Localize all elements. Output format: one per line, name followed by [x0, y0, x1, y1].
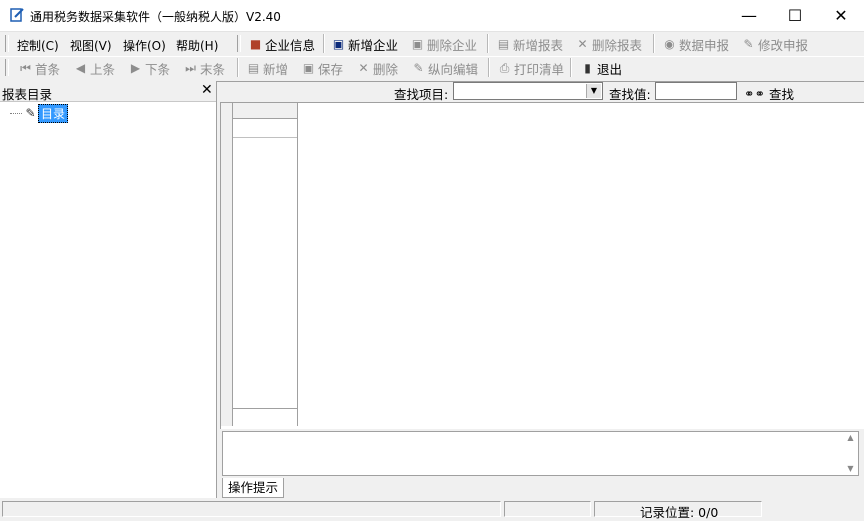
panel-title: 报表目录 [2, 87, 53, 102]
search-item-label: 查找项目: [394, 87, 449, 102]
close-button[interactable]: ✕ [818, 0, 864, 31]
exit-label: 退出 [597, 61, 623, 77]
data-declare-button[interactable]: ◉ 数据申报 [662, 35, 729, 53]
delete-company-button[interactable]: ▣ 删除企业 [410, 35, 477, 53]
grid-footer [233, 408, 297, 427]
toolbar-separator [488, 58, 490, 77]
search-button[interactable]: ⚭⚭ 查找 [744, 84, 794, 103]
search-value-input[interactable] [655, 82, 737, 100]
prev-icon: ◀ [75, 60, 86, 75]
message-textbox[interactable] [222, 431, 859, 476]
company-info-label: 企业信息 [265, 37, 316, 53]
next-icon: ▶ [130, 60, 141, 75]
delete-label: 删除 [373, 61, 399, 77]
toolbar-grip[interactable] [5, 59, 9, 76]
edit-icon: ✎ [413, 60, 424, 75]
menu-operate[interactable]: 操作(O) [123, 37, 166, 54]
tree-connector [10, 112, 22, 115]
grid-column[interactable] [233, 103, 298, 426]
first-record-button[interactable]: ⏮ 首条 [18, 59, 60, 77]
print-list-button[interactable]: ⎙ 打印清单 [497, 59, 564, 77]
add-label: 新增 [263, 61, 289, 77]
exit-door-icon: ▮ [584, 60, 591, 75]
chevron-down-icon[interactable]: ▼ [586, 84, 601, 98]
delete-record-button[interactable]: ✕ 删除 [356, 59, 398, 77]
row-indicator-column [221, 103, 233, 426]
prev-record-button[interactable]: ◀ 上条 [73, 59, 115, 77]
menu-view[interactable]: 视图(V) [70, 37, 112, 54]
grid-column-header[interactable] [233, 103, 297, 119]
data-declare-label: 数据申报 [679, 37, 730, 53]
menu-control[interactable]: 控制(C) [17, 37, 59, 54]
delete-report-button[interactable]: ✕ 删除报表 [575, 35, 642, 53]
save-icon: ▣ [302, 60, 315, 75]
first-icon: ⏮ [20, 60, 31, 75]
add-icon: ▤ [247, 60, 260, 75]
edit-icon: ✎ [743, 36, 754, 51]
panel-close-icon[interactable]: ✕ [201, 82, 213, 98]
menu-help[interactable]: 帮助(H) [176, 37, 218, 54]
data-grid[interactable] [220, 102, 864, 429]
vertical-edit-label: 纵向编辑 [428, 61, 479, 77]
delete-report-label: 删除报表 [592, 37, 643, 53]
company-info-button[interactable]: ■ 企业信息 [248, 35, 315, 53]
delete-company-icon: ▣ [411, 36, 424, 51]
exit-button[interactable]: ▮ 退出 [580, 59, 622, 77]
toolbar-separator [570, 58, 572, 77]
table-row[interactable] [233, 119, 297, 138]
last-icon: ⏭ [185, 60, 196, 75]
company-icon: ■ [249, 36, 262, 51]
delete-x-icon: ✕ [358, 60, 369, 75]
printer-icon: ⎙ [499, 60, 510, 75]
toolbar-separator [237, 58, 239, 77]
report-directory-panel [0, 81, 217, 498]
toolbar-grip[interactable] [237, 35, 241, 52]
save-button[interactable]: ▣ 保存 [301, 59, 343, 77]
modify-declare-button[interactable]: ✎ 修改申报 [741, 35, 808, 53]
new-report-icon: ▤ [497, 36, 510, 51]
next-record-button[interactable]: ▶ 下条 [128, 59, 170, 77]
prev-label: 上条 [90, 61, 116, 77]
window-title: 通用税务数据采集软件（一般纳税人版）V2.40 [30, 10, 281, 24]
toolbar-separator [487, 34, 489, 53]
next-label: 下条 [145, 61, 171, 77]
add-record-button[interactable]: ▤ 新增 [246, 59, 288, 77]
delete-x-icon: ✕ [577, 36, 588, 51]
minimize-button[interactable]: — [726, 0, 772, 31]
record-position: 记录位置: 0/0 [640, 505, 719, 520]
status-panel [504, 501, 591, 517]
first-label: 首条 [35, 61, 61, 77]
message-scrollbar[interactable]: ▲ ▼ [843, 432, 858, 475]
vertical-edit-button[interactable]: ✎ 纵向编辑 [411, 59, 478, 77]
declare-icon: ◉ [664, 36, 675, 51]
scroll-up-icon[interactable]: ▲ [843, 432, 858, 444]
tree-item-root[interactable]: ✎ 目录 [10, 104, 69, 123]
status-panel [2, 501, 501, 517]
new-report-label: 新增报表 [513, 37, 564, 53]
save-label: 保存 [318, 61, 344, 77]
modify-declare-label: 修改申报 [758, 37, 809, 53]
toolbar-grip[interactable] [5, 35, 9, 52]
tree-item-label: 目录 [38, 104, 69, 123]
search-item-select[interactable]: ▼ [453, 82, 603, 100]
last-label: 末条 [200, 61, 226, 77]
folder-edit-icon: ✎ [25, 106, 36, 120]
search-button-label: 查找 [768, 87, 794, 102]
app-icon [9, 7, 25, 23]
last-record-button[interactable]: ⏭ 末条 [183, 59, 225, 77]
scroll-down-icon[interactable]: ▼ [843, 463, 858, 475]
toolbar-separator [653, 34, 655, 53]
delete-company-label: 删除企业 [427, 37, 478, 53]
new-report-button[interactable]: ▤ 新增报表 [496, 35, 563, 53]
new-company-icon: ▣ [332, 36, 345, 51]
maximize-button[interactable]: ☐ [772, 0, 818, 31]
print-list-label: 打印清单 [514, 61, 565, 77]
new-company-button[interactable]: ▣ 新增企业 [331, 35, 398, 53]
tab-operation-tips[interactable]: 操作提示 [222, 478, 284, 498]
search-value-label: 查找值: [609, 87, 651, 102]
new-company-label: 新增企业 [348, 37, 399, 53]
binoculars-icon: ⚭⚭ [744, 86, 765, 101]
toolbar-separator [323, 34, 325, 53]
